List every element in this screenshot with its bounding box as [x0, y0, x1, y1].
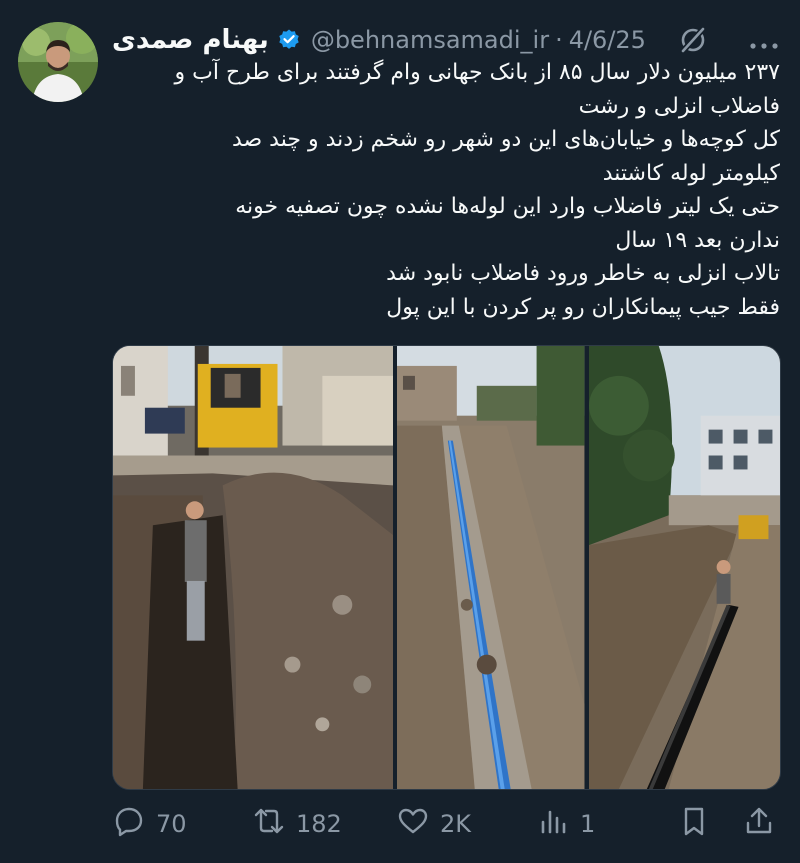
tweet-line: ۲۳۷ میلیون دلار سال ۸۵ از بانک جهانی وام… — [174, 60, 780, 85]
tweet-text: ۲۳۷ میلیون دلار سال ۸۵ از بانک جهانی وام… — [112, 56, 780, 324]
media-grid — [112, 345, 781, 790]
display-name[interactable]: بهنام صمدی — [112, 25, 269, 55]
separator-dot: · — [555, 26, 563, 54]
black-pipe-trench-photo[interactable] — [588, 346, 780, 789]
verified-badge-icon — [277, 28, 301, 52]
excavator-trench-photo[interactable] — [113, 346, 394, 789]
tweet-line: حتی یک لیتر فاضلاب وارد این لوله‌ها نشده… — [235, 194, 780, 219]
more-options-icon[interactable] — [748, 36, 780, 49]
reply-button[interactable]: 70 — [112, 800, 187, 848]
handle[interactable]: @behnamsamadi_ir — [311, 26, 549, 54]
avatar[interactable] — [18, 22, 98, 102]
like-button[interactable]: 2K — [396, 800, 471, 848]
heart-icon — [396, 804, 430, 844]
tweet-line: کیلومتر لوله کاشتند — [602, 160, 780, 186]
retweet-icon — [252, 804, 286, 844]
retweet-button[interactable]: 182 — [252, 800, 342, 848]
tweet-line: فقط جیب پیمانکاران رو پر کردن با این پول — [386, 294, 780, 320]
timestamp[interactable]: 4/6/25 — [569, 26, 646, 54]
tweet-header: بهنام صمدی @behnamsamadi_ir · 4/6/25 — [112, 22, 780, 58]
bookmark-icon — [677, 804, 711, 844]
blue-pipe-trench-photo[interactable] — [397, 346, 585, 789]
like-count: 2K — [440, 810, 472, 838]
tweet-line: فاضلاب انزلی و رشت — [578, 93, 780, 119]
share-button[interactable] — [742, 800, 776, 848]
tweet-line: ندارن بعد ۱۹ سال — [615, 227, 780, 253]
share-icon — [742, 804, 776, 844]
tweet-line: کل کوچه‌ها و خیابان‌های این دو شهر رو شخ… — [231, 127, 780, 152]
grok-icon[interactable] — [678, 25, 708, 55]
reply-icon — [112, 804, 146, 844]
tweet-line: تالاب انزلی به خاطر ورود فاضلاب نابود شد — [386, 261, 780, 286]
action-bar: 70 182 2K 1 — [112, 800, 781, 848]
bookmark-button[interactable] — [677, 800, 711, 848]
views-button[interactable]: 1 — [536, 800, 595, 848]
views-count: 1 — [580, 810, 596, 838]
retweet-count: 182 — [296, 810, 342, 838]
reply-count: 70 — [156, 810, 187, 838]
views-icon — [536, 804, 570, 844]
